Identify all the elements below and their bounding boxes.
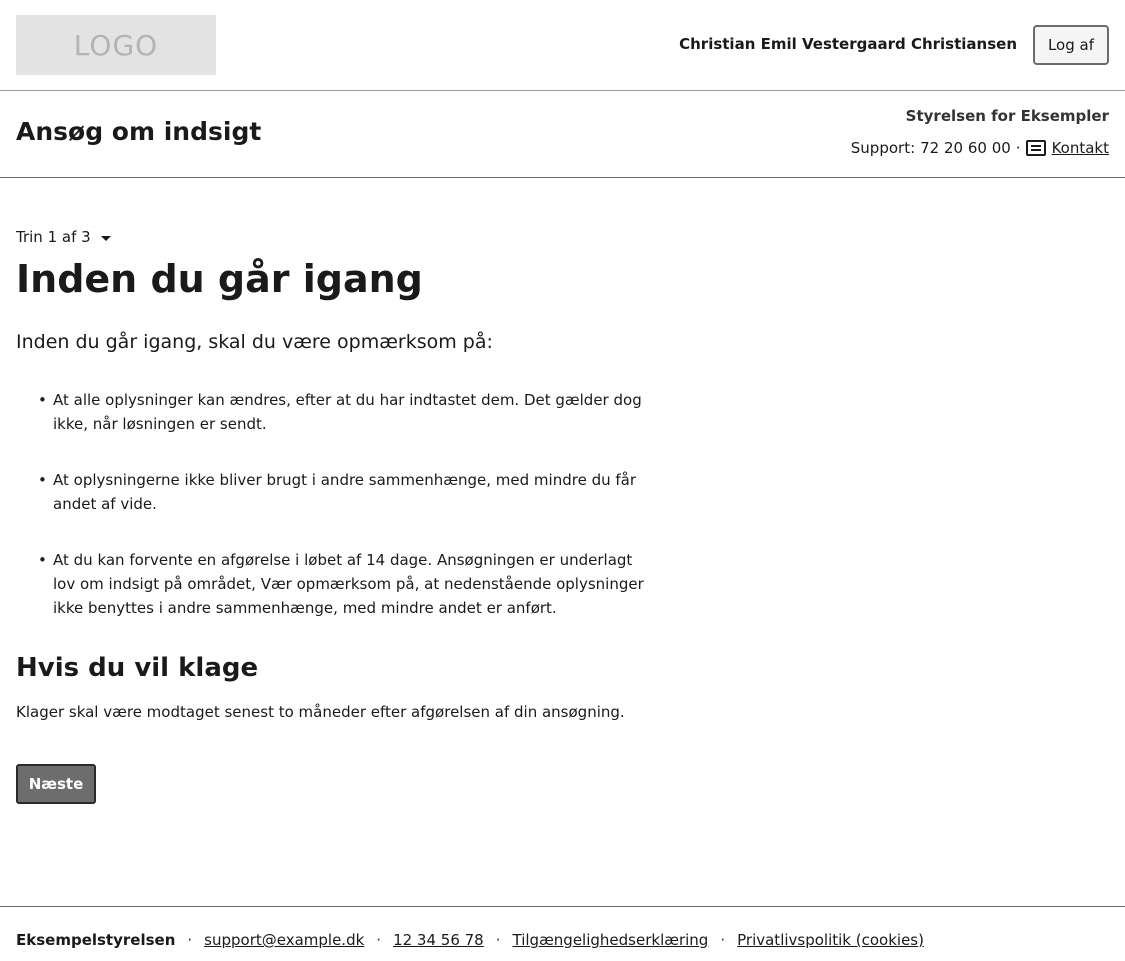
footer: Eksempelstyrelsen · support@example.dk ·… — [0, 906, 1125, 961]
footer-separator: · — [376, 931, 382, 949]
user-name: Christian Emil Vestergaard Christiansen — [679, 35, 1017, 53]
lead-text: Inden du går igang, skal du være opmærks… — [16, 331, 493, 353]
page-title: Inden du går igang — [16, 257, 423, 301]
separator: · — [1015, 139, 1021, 157]
logout-button[interactable]: Log af — [1033, 25, 1109, 65]
caret-down-icon — [100, 235, 111, 241]
support-phone: 72 20 60 00 — [920, 139, 1011, 157]
list-item: At du kan forvente en afgørelse i løbet … — [16, 548, 656, 620]
step-label: Trin 1 af 3 — [16, 228, 91, 246]
footer-org: Eksempelstyrelsen — [16, 931, 176, 949]
list-item: At oplysningerne ikke bliver brugt i and… — [16, 468, 656, 516]
footer-accessibility-link[interactable]: Tilgængelighedserklæring — [513, 931, 709, 949]
top-bar: LOGO Christian Emil Vestergaard Christia… — [0, 0, 1125, 91]
service-title: Ansøg om indsigt — [16, 117, 262, 146]
authority-name: Styrelsen for Eksempler — [905, 107, 1109, 125]
logo: LOGO — [16, 15, 216, 75]
service-header: Ansøg om indsigt Styrelsen for Eksempler… — [0, 91, 1125, 178]
info-list: At alle oplysninger kan ændres, efter at… — [16, 388, 656, 620]
mail-icon — [1025, 140, 1046, 156]
footer-phone-link[interactable]: 12 34 56 78 — [393, 931, 484, 949]
support-label: Support: — [850, 139, 916, 157]
footer-email-link[interactable]: support@example.dk — [204, 931, 364, 949]
footer-separator: · — [187, 931, 193, 949]
main-content: Trin 1 af 3 Inden du går igang Inden du … — [16, 226, 656, 804]
complaint-heading: Hvis du vil klage — [16, 653, 259, 683]
support-line: Support: 72 20 60 00 · Kontakt — [851, 139, 1109, 157]
complaint-text: Klager skal være modtaget senest to måne… — [16, 703, 625, 721]
footer-privacy-link[interactable]: Privatlivspolitik (cookies) — [737, 931, 924, 949]
contact-link[interactable]: Kontakt — [1052, 139, 1109, 157]
next-button[interactable]: Næste — [16, 764, 96, 804]
footer-separator: · — [495, 931, 501, 949]
footer-separator: · — [720, 931, 726, 949]
step-indicator[interactable]: Trin 1 af 3 — [16, 226, 116, 248]
list-item: At alle oplysninger kan ændres, efter at… — [16, 388, 656, 436]
